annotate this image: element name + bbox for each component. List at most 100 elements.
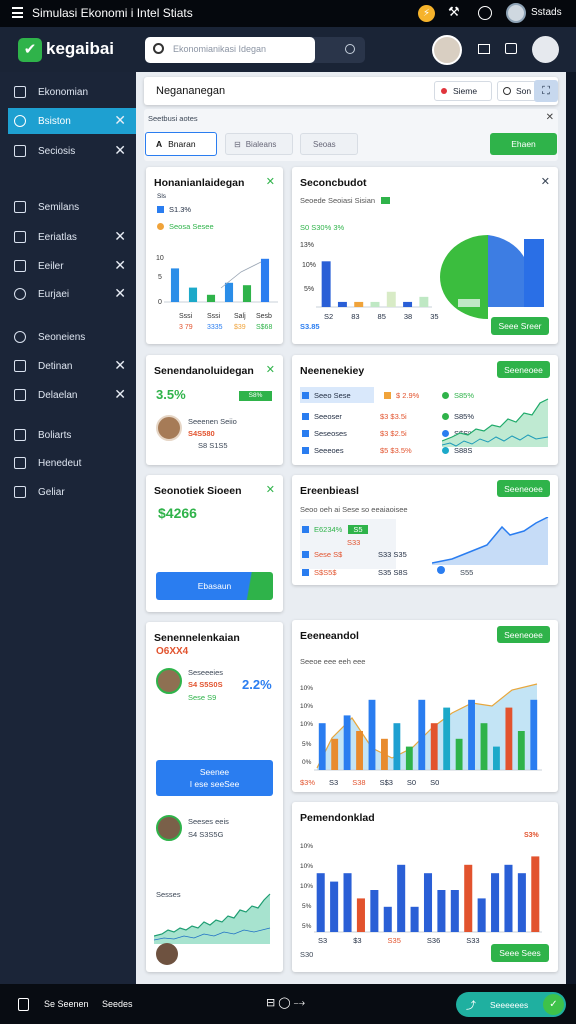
x-tick-label: S38 <box>352 778 366 787</box>
bar <box>393 723 401 770</box>
window-controls-icon[interactable]: ⊟ ◯ ⤍ <box>266 996 305 1010</box>
sidebar-item-label: Delaelan <box>38 389 78 401</box>
area-bar-chart <box>432 517 549 565</box>
card-action-button[interactable]: Seeneoee <box>497 480 550 497</box>
tab-bnaran[interactable]: A Bnaran <box>145 132 217 156</box>
sidebar-item-ekonomian[interactable]: Ekonomian <box>8 79 136 105</box>
tab-bialeans[interactable]: ⊟ Bialeans <box>225 133 293 155</box>
table-cell: $3 $3.5i <box>380 412 407 421</box>
help-icon[interactable] <box>478 6 492 20</box>
card-action-button[interactable]: Seeneoee <box>497 626 550 643</box>
x-tick-label: S3 <box>329 778 339 787</box>
sidebar-item-seoneiens[interactable]: Seoneiens <box>8 324 136 350</box>
close-icon[interactable]: ✕ <box>114 286 126 300</box>
search-input[interactable]: Ekonomianikasi Idegan <box>173 44 266 54</box>
legend-label: Seosa Sesee <box>169 222 214 231</box>
bottom-item-2[interactable]: Seedes <box>102 999 133 1009</box>
book-icon[interactable] <box>478 44 490 54</box>
person-row-1: Seseeeies <box>188 668 224 677</box>
filter-toggle-button[interactable]: ⛶ <box>534 80 558 102</box>
legend-marker <box>437 566 445 574</box>
bar <box>331 738 339 770</box>
filter-primary-button[interactable]: Ehaen <box>490 133 557 155</box>
bar-area-chart: 10% 10% 10% 5% 0% <box>300 683 542 771</box>
y-tick-label: 0% <box>302 759 312 766</box>
y-tick-label: 5% <box>302 741 312 748</box>
close-icon[interactable]: ✕ <box>114 113 126 127</box>
record-button[interactable]: Sieme <box>434 81 492 101</box>
page-title: Negananegan <box>156 85 226 97</box>
card-value: $4266 <box>158 505 197 521</box>
card-budget-chart: Seconcbudot ✕ Seoede Seoiasi Sisian S0 S… <box>292 167 558 344</box>
document-icon <box>14 201 26 213</box>
close-icon[interactable]: ✕ <box>266 363 275 376</box>
sidebar-item-delaelan[interactable]: Delaelan ✕ <box>8 382 136 408</box>
avatar[interactable] <box>506 3 526 23</box>
close-icon[interactable]: ✕ <box>266 175 275 188</box>
card-action-button[interactable]: Seee Sreer <box>491 317 549 335</box>
close-icon[interactable]: ✕ <box>114 143 126 157</box>
card-action-button[interactable]: Ebasaun <box>156 572 273 600</box>
close-icon[interactable]: ✕ <box>114 229 126 243</box>
box-icon <box>14 486 26 498</box>
close-icon[interactable]: ✕ <box>114 387 126 401</box>
bottom-item-1[interactable]: Se Seenen <box>44 999 89 1009</box>
sidebar-item-bsiston[interactable]: Bsiston ✕ <box>8 108 136 134</box>
row-value: S33 <box>347 538 361 547</box>
row-label: E6234% <box>314 525 343 534</box>
x-tick-label: 85 <box>377 312 386 321</box>
value-badge: S8% <box>239 391 272 401</box>
sidebar-item-boliarts[interactable]: Boliarts <box>8 422 136 448</box>
card-action-button[interactable]: Seeneoee <box>497 361 550 378</box>
tab-seoas[interactable]: Seoas <box>300 133 358 155</box>
sidebar-item-geliar[interactable]: Geliar <box>8 479 136 505</box>
x-tick-label: S35 <box>387 936 401 945</box>
chat-icon[interactable] <box>505 43 517 54</box>
hammer-icon[interactable]: ⚒ <box>448 4 460 20</box>
user-circle-icon[interactable] <box>532 36 559 63</box>
bar <box>343 715 351 770</box>
sidebar-item-label: Bsiston <box>38 115 71 127</box>
card-action-button[interactable]: Seee Sees <box>491 944 549 962</box>
status-check-icon: ✓ <box>543 994 564 1015</box>
bar <box>458 299 480 307</box>
card-action-button[interactable]: Seenee I ese seeSee <box>156 760 273 796</box>
sidebar-item-label: Eurjaei <box>38 288 70 300</box>
filter-close-icon[interactable]: ✕ <box>546 112 554 123</box>
sidebar-item-eeriatlas[interactable]: Eeriatlas ✕ <box>8 224 136 250</box>
sidebar-item-henedeut[interactable]: Henedeut <box>8 450 136 476</box>
bolt-icon[interactable]: ⚡ <box>418 5 435 22</box>
legend-row: S1.3% <box>157 205 191 214</box>
bar <box>383 906 392 932</box>
sidebar-item-eurjaei[interactable]: Eurjaei ✕ <box>8 281 136 307</box>
bar-pie-chart: 13% 10% 5% <box>300 235 544 319</box>
sidebar-item-detinan[interactable]: Detinan ✕ <box>8 353 136 379</box>
bar <box>370 301 380 307</box>
device-icon[interactable] <box>18 998 29 1011</box>
person-name: Seeenen Seiio <box>188 417 237 426</box>
x-tick-label: S33 <box>466 936 480 945</box>
status-pill[interactable]: ⤴ Seeeeees ✓ <box>456 992 566 1017</box>
y-tick-label: 5% <box>302 923 312 930</box>
y-tick-label: 10% <box>300 685 313 692</box>
sidebar-item-semilans[interactable]: Semilans <box>8 194 136 220</box>
profile-avatar[interactable] <box>432 35 462 65</box>
info-button[interactable]: Son <box>497 81 537 101</box>
clock-icon <box>14 288 26 300</box>
close-icon[interactable]: ✕ <box>114 358 126 372</box>
close-icon[interactable]: ✕ <box>114 258 126 272</box>
search-box[interactable]: Ekonomianikasi Idegan <box>145 37 365 63</box>
card-footer-value: S3.85 <box>300 322 320 331</box>
sidebar-item-eeiler[interactable]: Eeiler ✕ <box>8 253 136 279</box>
menu-icon[interactable] <box>12 7 23 18</box>
close-icon[interactable]: ✕ <box>266 483 275 496</box>
close-icon[interactable]: ✕ <box>541 175 550 188</box>
y-tick-label: 5% <box>302 903 312 910</box>
person-avatar <box>156 415 182 441</box>
bar <box>354 301 364 307</box>
row-label: Seeo Sese <box>314 391 351 400</box>
tab-icon: ⊟ <box>234 139 241 149</box>
sidebar-item-seciosis[interactable]: Seciosis ✕ <box>8 138 136 164</box>
user-label[interactable]: Sstads <box>531 7 562 18</box>
search-submit-icon[interactable] <box>345 44 355 54</box>
